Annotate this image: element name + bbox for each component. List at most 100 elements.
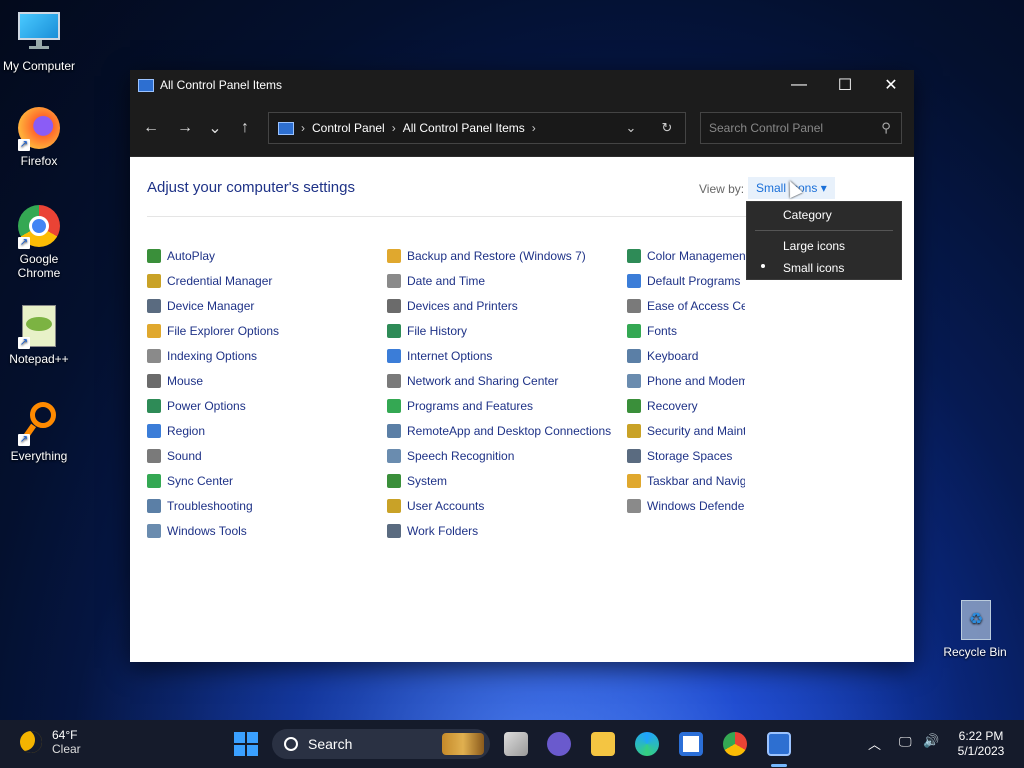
control-panel-item[interactable]: Work Folders bbox=[387, 518, 611, 543]
close-button[interactable]: ✕ bbox=[868, 70, 914, 100]
control-panel-item-label: Taskbar and Navigation bbox=[647, 473, 745, 488]
address-dropdown-button[interactable]: ⌄ bbox=[613, 120, 649, 136]
view-by-menu: Category Large icons Small icons bbox=[746, 201, 902, 280]
desktop-icon-firefox[interactable]: ↗ Firefox bbox=[1, 105, 77, 168]
breadcrumb-control-panel[interactable]: Control Panel bbox=[312, 121, 385, 135]
control-panel-item-icon bbox=[627, 423, 641, 438]
edge-icon[interactable] bbox=[635, 732, 659, 756]
minimize-button[interactable]: — bbox=[776, 70, 822, 100]
control-panel-item[interactable]: Security and Maintenance bbox=[627, 418, 745, 443]
control-panel-item[interactable]: Backup and Restore (Windows 7) bbox=[387, 243, 611, 268]
network-icon[interactable]: 🖵 bbox=[899, 734, 912, 750]
desktop-icon-google-chrome[interactable]: ↗ Google Chrome bbox=[1, 203, 77, 280]
breadcrumb-all-items[interactable]: All Control Panel Items bbox=[403, 121, 525, 135]
desktop-icon-recycle-bin[interactable]: ♻ Recycle Bin bbox=[937, 596, 1013, 659]
control-panel-item[interactable]: User Accounts bbox=[387, 493, 611, 518]
control-panel-icon bbox=[278, 121, 294, 135]
control-panel-item[interactable]: Ease of Access Center bbox=[627, 293, 745, 318]
page-title: Adjust your computer's settings bbox=[147, 179, 355, 196]
control-panel-item[interactable]: Indexing Options bbox=[147, 343, 279, 368]
control-panel-item[interactable]: Color Management bbox=[627, 243, 745, 268]
breadcrumb-separator[interactable]: › bbox=[532, 121, 536, 135]
control-panel-item[interactable]: Troubleshooting bbox=[147, 493, 279, 518]
control-panel-item[interactable]: Mouse bbox=[147, 368, 279, 393]
control-panel-item[interactable]: File History bbox=[387, 318, 611, 343]
control-panel-item-label: Speech Recognition bbox=[407, 448, 515, 463]
control-panel-taskbar-icon[interactable] bbox=[767, 732, 791, 756]
control-panel-item[interactable]: AutoPlay bbox=[147, 243, 279, 268]
maximize-button[interactable]: ☐ bbox=[822, 70, 868, 100]
chrome-taskbar-icon[interactable] bbox=[723, 732, 747, 756]
file-explorer-icon[interactable] bbox=[591, 732, 615, 756]
control-panel-item[interactable]: Taskbar and Navigation bbox=[627, 468, 745, 493]
breadcrumb-separator[interactable]: › bbox=[301, 121, 305, 135]
control-panel-item-icon bbox=[147, 398, 161, 413]
control-panel-item-icon bbox=[627, 348, 641, 363]
control-panel-item[interactable]: Programs and Features bbox=[387, 393, 611, 418]
title-bar[interactable]: All Control Panel Items — ☐ ✕ bbox=[130, 70, 914, 100]
control-panel-item[interactable]: Network and Sharing Center bbox=[387, 368, 611, 393]
control-panel-item[interactable]: RemoteApp and Desktop Connections bbox=[387, 418, 611, 443]
control-panel-item[interactable]: Windows Defender Firewall bbox=[627, 493, 745, 518]
control-panel-item[interactable]: Region bbox=[147, 418, 279, 443]
control-panel-item-icon bbox=[147, 273, 161, 288]
control-panel-item-label: Troubleshooting bbox=[167, 498, 253, 513]
control-panel-item-label: Mouse bbox=[167, 373, 204, 388]
control-panel-item-label: Fonts bbox=[647, 323, 678, 338]
control-panel-item[interactable]: Date and Time bbox=[387, 268, 611, 293]
weather-description: Clear bbox=[52, 742, 81, 756]
control-panel-item[interactable]: Windows Tools bbox=[147, 518, 279, 543]
recent-locations-button[interactable]: ⌄ bbox=[202, 113, 228, 143]
desktop-icon-my-computer[interactable]: My Computer bbox=[1, 10, 77, 73]
control-panel-item[interactable]: Sound bbox=[147, 443, 279, 468]
menu-item-category[interactable]: Category bbox=[783, 208, 832, 222]
control-panel-item[interactable]: Storage Spaces bbox=[627, 443, 745, 468]
control-panel-item[interactable]: Device Manager bbox=[147, 293, 279, 318]
control-panel-item-icon bbox=[627, 473, 641, 488]
desktop-icon-everything[interactable]: ↗ Everything bbox=[1, 400, 77, 463]
control-panel-item[interactable]: System bbox=[387, 468, 611, 493]
control-panel-item[interactable]: Sync Center bbox=[147, 468, 279, 493]
back-button[interactable]: ← bbox=[134, 113, 168, 143]
desktop-icon-notepad-plus-plus[interactable]: ↗ Notepad++ bbox=[1, 303, 77, 366]
search-icon[interactable]: ⚲ bbox=[871, 120, 901, 136]
control-panel-item[interactable]: Power Options bbox=[147, 393, 279, 418]
control-panel-item[interactable]: Fonts bbox=[627, 318, 745, 343]
forward-button[interactable]: → bbox=[168, 113, 202, 143]
control-panel-item-label: Power Options bbox=[167, 398, 246, 413]
control-panel-item-icon bbox=[147, 423, 161, 438]
start-button[interactable] bbox=[234, 732, 258, 756]
control-panel-item[interactable]: Internet Options bbox=[387, 343, 611, 368]
address-bar[interactable]: › Control Panel › All Control Panel Item… bbox=[268, 112, 686, 144]
control-panel-item[interactable]: Credential Manager bbox=[147, 268, 279, 293]
search-input[interactable]: Search Control Panel ⚲ bbox=[700, 112, 902, 144]
menu-item-small-icons[interactable]: Small icons bbox=[783, 261, 844, 275]
control-panel-item[interactable]: Keyboard bbox=[627, 343, 745, 368]
menu-separator bbox=[755, 230, 893, 231]
weather-temperature: 64°F bbox=[52, 728, 78, 742]
control-panel-item-label: RemoteApp and Desktop Connections bbox=[407, 423, 612, 438]
desktop-icon-label: Recycle Bin bbox=[943, 645, 1007, 659]
view-by-label: View by: bbox=[699, 182, 745, 196]
control-panel-item[interactable]: Phone and Modem bbox=[627, 368, 745, 393]
control-panel-item-label: Backup and Restore (Windows 7) bbox=[407, 248, 586, 263]
task-view-icon[interactable] bbox=[504, 732, 528, 756]
notepad-plus-plus-icon: ↗ bbox=[16, 303, 62, 349]
breadcrumb-separator[interactable]: › bbox=[392, 121, 396, 135]
control-panel-item-label: Network and Sharing Center bbox=[407, 373, 559, 388]
control-panel-item[interactable]: Devices and Printers bbox=[387, 293, 611, 318]
refresh-button[interactable]: ↻ bbox=[649, 120, 685, 136]
show-hidden-icons-chevron-icon[interactable]: ︿ bbox=[868, 734, 881, 753]
volume-icon[interactable]: 🔊 bbox=[923, 733, 939, 749]
weather-widget[interactable]: 64°F Clear bbox=[20, 728, 81, 756]
microsoft-store-icon[interactable] bbox=[679, 732, 703, 756]
menu-item-large-icons[interactable]: Large icons bbox=[783, 239, 845, 253]
teams-chat-icon[interactable] bbox=[547, 732, 571, 756]
control-panel-item[interactable]: File Explorer Options bbox=[147, 318, 279, 343]
control-panel-item[interactable]: Recovery bbox=[627, 393, 745, 418]
up-button[interactable]: ↑ bbox=[228, 113, 262, 143]
taskbar-search[interactable]: Search bbox=[272, 729, 490, 759]
clock[interactable]: 6:22 PM 5/1/2023 bbox=[950, 729, 1012, 759]
control-panel-item[interactable]: Speech Recognition bbox=[387, 443, 611, 468]
control-panel-item[interactable]: Default Programs bbox=[627, 268, 745, 293]
